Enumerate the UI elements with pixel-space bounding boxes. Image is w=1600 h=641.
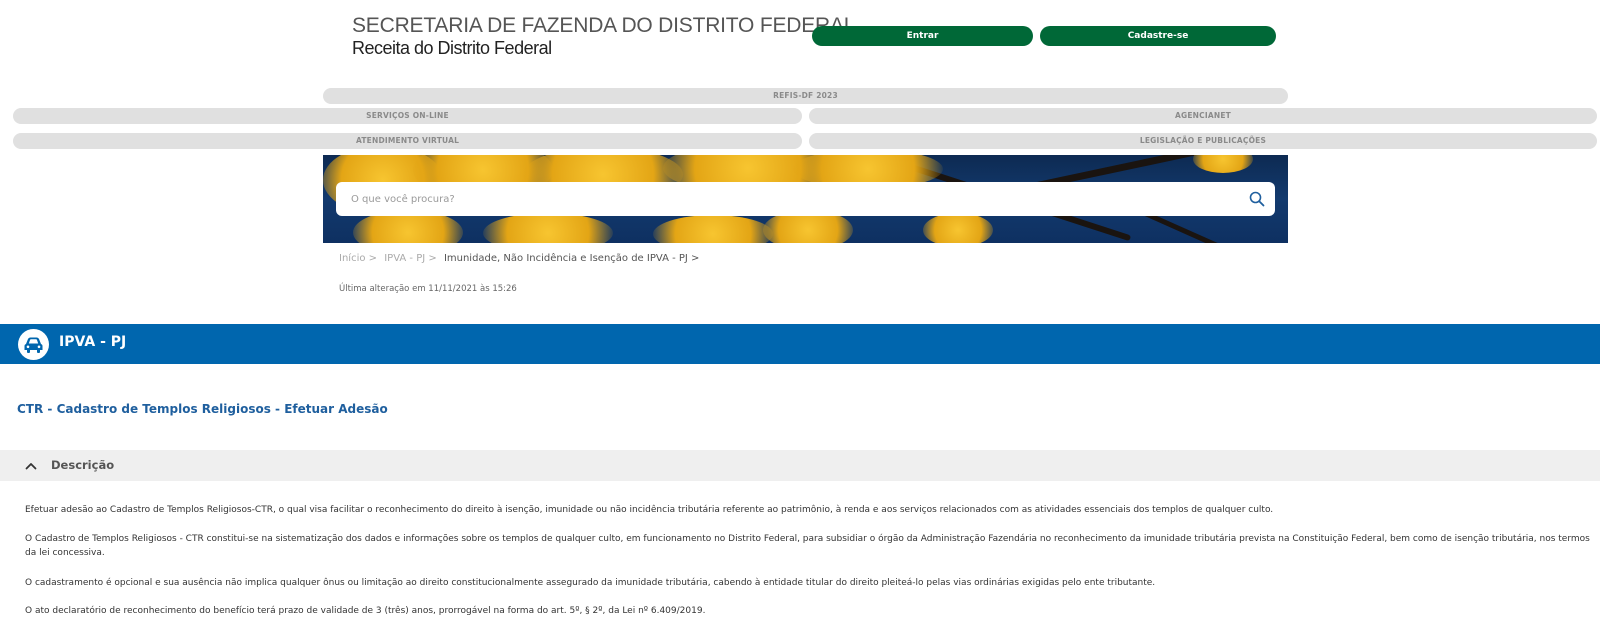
breadcrumb-item-current[interactable]: Imunidade, Não Incidência e Isenção de I…	[444, 253, 699, 264]
description-heading: Descrição	[51, 458, 115, 472]
nav-agencianet[interactable]: AGENCIANET	[809, 108, 1597, 124]
description-paragraph: O cadastramento é opcional e sua ausênci…	[25, 578, 1156, 588]
section-header: IPVA - PJ	[0, 324, 1600, 364]
breadcrumb-item-ipva-pj[interactable]: IPVA - PJ >	[384, 253, 437, 264]
login-button[interactable]: Entrar	[812, 26, 1033, 46]
banner-blossom	[1193, 155, 1253, 173]
nav-refis[interactable]: REFIS-DF 2023	[323, 88, 1288, 104]
banner-blossom	[483, 213, 613, 243]
description-toggle[interactable]: Descrição	[0, 450, 1600, 481]
description-paragraph: O Cadastro de Templos Religiosos - CTR c…	[25, 534, 1590, 558]
brand-subtitle[interactable]: Receita do Distrito Federal	[352, 38, 552, 59]
last-updated: Última alteração em 11/11/2021 às 15:26	[339, 284, 517, 294]
description-paragraph: O ato declaratório de reconhecimento do …	[25, 606, 706, 616]
section-title: IPVA - PJ	[59, 334, 127, 350]
site-header: SECRETARIA DE FAZENDA DO DISTRITO FEDERA…	[0, 0, 1600, 80]
chevron-up-icon	[25, 463, 37, 470]
nav-servicos-online[interactable]: SERVIÇOS ON-LINE	[13, 108, 802, 124]
nav-legislacao[interactable]: LEGISLAÇÃO E PUBLICAÇÕES	[809, 133, 1597, 149]
search-icon[interactable]	[1249, 191, 1265, 207]
breadcrumb: Início > IPVA - PJ > Imunidade, Não Inci…	[339, 253, 703, 264]
breadcrumb-item-inicio[interactable]: Início >	[339, 253, 377, 264]
banner-blossom	[923, 213, 993, 243]
banner-blossom	[653, 215, 773, 243]
car-icon	[24, 337, 43, 353]
search-box	[336, 182, 1275, 216]
description-paragraph: Efetuar adesão ao Cadastro de Templos Re…	[25, 505, 1274, 515]
nav-atendimento-virtual[interactable]: ATENDIMENTO VIRTUAL	[13, 133, 802, 149]
register-button[interactable]: Cadastre-se	[1040, 26, 1276, 46]
service-title[interactable]: CTR - Cadastro de Templos Religiosos - E…	[17, 402, 388, 416]
car-icon-badge	[18, 329, 49, 360]
search-input[interactable]	[351, 182, 1231, 216]
brand-title[interactable]: SECRETARIA DE FAZENDA DO DISTRITO FEDERA…	[352, 14, 855, 38]
